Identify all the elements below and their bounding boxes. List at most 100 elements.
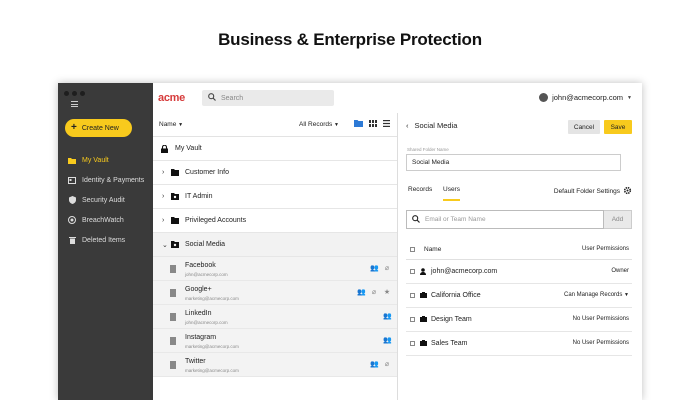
close-dot[interactable]	[64, 91, 69, 96]
star-icon[interactable]: ★	[383, 289, 391, 296]
folder-row[interactable]: › Privileged Accounts	[153, 209, 397, 233]
shared-users-icon[interactable]: 👥	[357, 289, 366, 296]
permission-dropdown[interactable]: Can Manage Records ▼	[564, 292, 629, 298]
select-all-checkbox[interactable]	[410, 247, 415, 252]
default-folder-settings[interactable]: Default Folder Settings	[554, 186, 632, 197]
search-input[interactable]: Search	[202, 90, 334, 106]
shield-icon	[68, 196, 76, 204]
attachment-icon[interactable]: ⌀	[383, 265, 391, 272]
shared-users-icon[interactable]: 👥	[370, 265, 379, 272]
record-subtitle: john@acmecorp.com	[185, 320, 228, 325]
minimize-dot[interactable]	[72, 91, 77, 96]
attachment-icon[interactable]: ⌀	[383, 361, 391, 368]
my-vault-row[interactable]: My Vault	[153, 137, 397, 161]
list-view-icon[interactable]	[383, 120, 390, 129]
record-title: Instagram	[185, 334, 217, 341]
detail-pane: ‹ Social Media Cancel Save Shared Folder…	[398, 113, 642, 400]
table-header: Name User Permissions	[406, 240, 632, 260]
list-item[interactable]: Facebook john@acmecorp.com 👥 ⌀	[153, 257, 397, 281]
row-checkbox[interactable]	[410, 341, 415, 346]
row-checkbox[interactable]	[410, 293, 415, 298]
folder-label: Customer Info	[185, 169, 229, 176]
table-row[interactable]: Sales Team No User Permissions	[406, 332, 632, 356]
back-arrow-icon[interactable]: ‹	[406, 121, 409, 130]
folder-icon	[68, 156, 76, 164]
user-name: California Office	[431, 292, 481, 299]
tab-users[interactable]: Users	[443, 186, 460, 201]
detail-tabs: Records Users Default Folder Settings	[406, 184, 632, 204]
list-item[interactable]: Google+ marketing@acmecorp.com 👥 ⌀ ★	[153, 281, 397, 305]
shared-folder-name-field[interactable]	[406, 154, 621, 171]
chevron-right-icon[interactable]: ›	[162, 193, 164, 200]
document-icon	[170, 265, 176, 273]
email-input[interactable]: Email or Team Name	[406, 210, 604, 229]
sidebar-item-breachwatch[interactable]: BreachWatch	[58, 210, 153, 230]
detail-title: Social Media	[414, 121, 458, 130]
sidebar-item-label: BreachWatch	[82, 216, 124, 224]
folder-row-expanded[interactable]: ⌄ Social Media	[153, 233, 397, 257]
window-controls[interactable]	[64, 91, 85, 96]
all-records-filter[interactable]: All Records ▼	[299, 121, 339, 128]
record-subtitle: marketing@acmecorp.com	[185, 368, 239, 373]
field-label: Shared Folder Name	[407, 147, 449, 152]
sidebar-item-label: Deleted Items	[82, 236, 126, 244]
sidebar-item-deleted-items[interactable]: Deleted Items	[58, 230, 153, 250]
create-new-button[interactable]: + Create New	[65, 119, 132, 137]
sort-by-name[interactable]: Name ▼	[159, 121, 183, 128]
add-user-row: Email or Team Name Add	[406, 210, 632, 229]
my-vault-label: My Vault	[175, 145, 202, 152]
attachment-icon[interactable]: ⌀	[370, 289, 378, 296]
table-row[interactable]: Design Team No User Permissions	[406, 308, 632, 332]
chevron-right-icon[interactable]: ›	[162, 217, 164, 224]
record-title: Facebook	[185, 262, 216, 269]
folder-row[interactable]: › IT Admin	[153, 185, 397, 209]
caret-down-icon: ▼	[334, 122, 339, 128]
user-menu[interactable]: john@acmecorp.com ▼	[539, 93, 632, 102]
shared-folder-icon	[171, 193, 179, 200]
zoom-dot[interactable]	[80, 91, 85, 96]
document-icon	[170, 313, 176, 321]
folder-label: Social Media	[185, 241, 226, 248]
menu-icon[interactable]	[71, 101, 78, 109]
plus-icon: +	[71, 122, 77, 133]
tab-records[interactable]: Records	[408, 186, 432, 199]
cancel-button[interactable]: Cancel	[568, 120, 600, 134]
grid-view-icon[interactable]	[369, 120, 377, 129]
gear-icon	[623, 186, 632, 197]
shared-users-icon[interactable]: 👥	[383, 337, 392, 344]
list-item[interactable]: Instagram marketing@acmecorp.com 👥	[153, 329, 397, 353]
team-icon	[420, 292, 427, 298]
row-checkbox[interactable]	[410, 317, 415, 322]
folder-row[interactable]: › Customer Info	[153, 161, 397, 185]
row-checkbox[interactable]	[410, 269, 415, 274]
list-item[interactable]: Twitter marketing@acmecorp.com 👥 ⌀	[153, 353, 397, 377]
save-button[interactable]: Save	[604, 120, 632, 134]
table-row[interactable]: john@acmecorp.com Owner	[406, 260, 632, 284]
list-item[interactable]: LinkedIn john@acmecorp.com 👥	[153, 305, 397, 329]
record-title: Google+	[185, 286, 212, 293]
search-icon	[208, 93, 216, 103]
user-email: john@acmecorp.com	[552, 93, 624, 102]
list-header: Name ▼ All Records ▼	[153, 113, 397, 137]
shared-users-icon[interactable]: 👥	[383, 313, 392, 320]
app-window: + Create New My Vault Identity & Payment…	[58, 83, 642, 400]
folder-view-icon[interactable]	[354, 120, 363, 129]
record-list: Name ▼ All Records ▼ My Vault › Customer…	[153, 113, 398, 400]
user-permission: Owner	[611, 268, 629, 274]
shared-users-icon[interactable]: 👥	[370, 361, 379, 368]
detail-header: ‹ Social Media	[406, 121, 457, 130]
shared-folder-icon	[171, 241, 179, 248]
top-bar: acme Search john@acmecorp.com ▼	[153, 83, 642, 113]
sidebar-nav: My Vault Identity & Payments Security Au…	[58, 150, 153, 250]
chevron-right-icon[interactable]: ›	[162, 169, 164, 176]
folder-label: IT Admin	[185, 193, 213, 200]
table-row[interactable]: California Office Can Manage Records ▼	[406, 284, 632, 308]
column-header-name: Name	[424, 246, 442, 253]
add-button[interactable]: Add	[604, 210, 632, 229]
sidebar-item-identity-payments[interactable]: Identity & Payments	[58, 170, 153, 190]
sidebar-item-my-vault[interactable]: My Vault	[58, 150, 153, 170]
sidebar-item-security-audit[interactable]: Security Audit	[58, 190, 153, 210]
chevron-down-icon[interactable]: ⌄	[162, 241, 168, 249]
id-card-icon	[68, 176, 76, 184]
user-name: Design Team	[431, 316, 472, 323]
